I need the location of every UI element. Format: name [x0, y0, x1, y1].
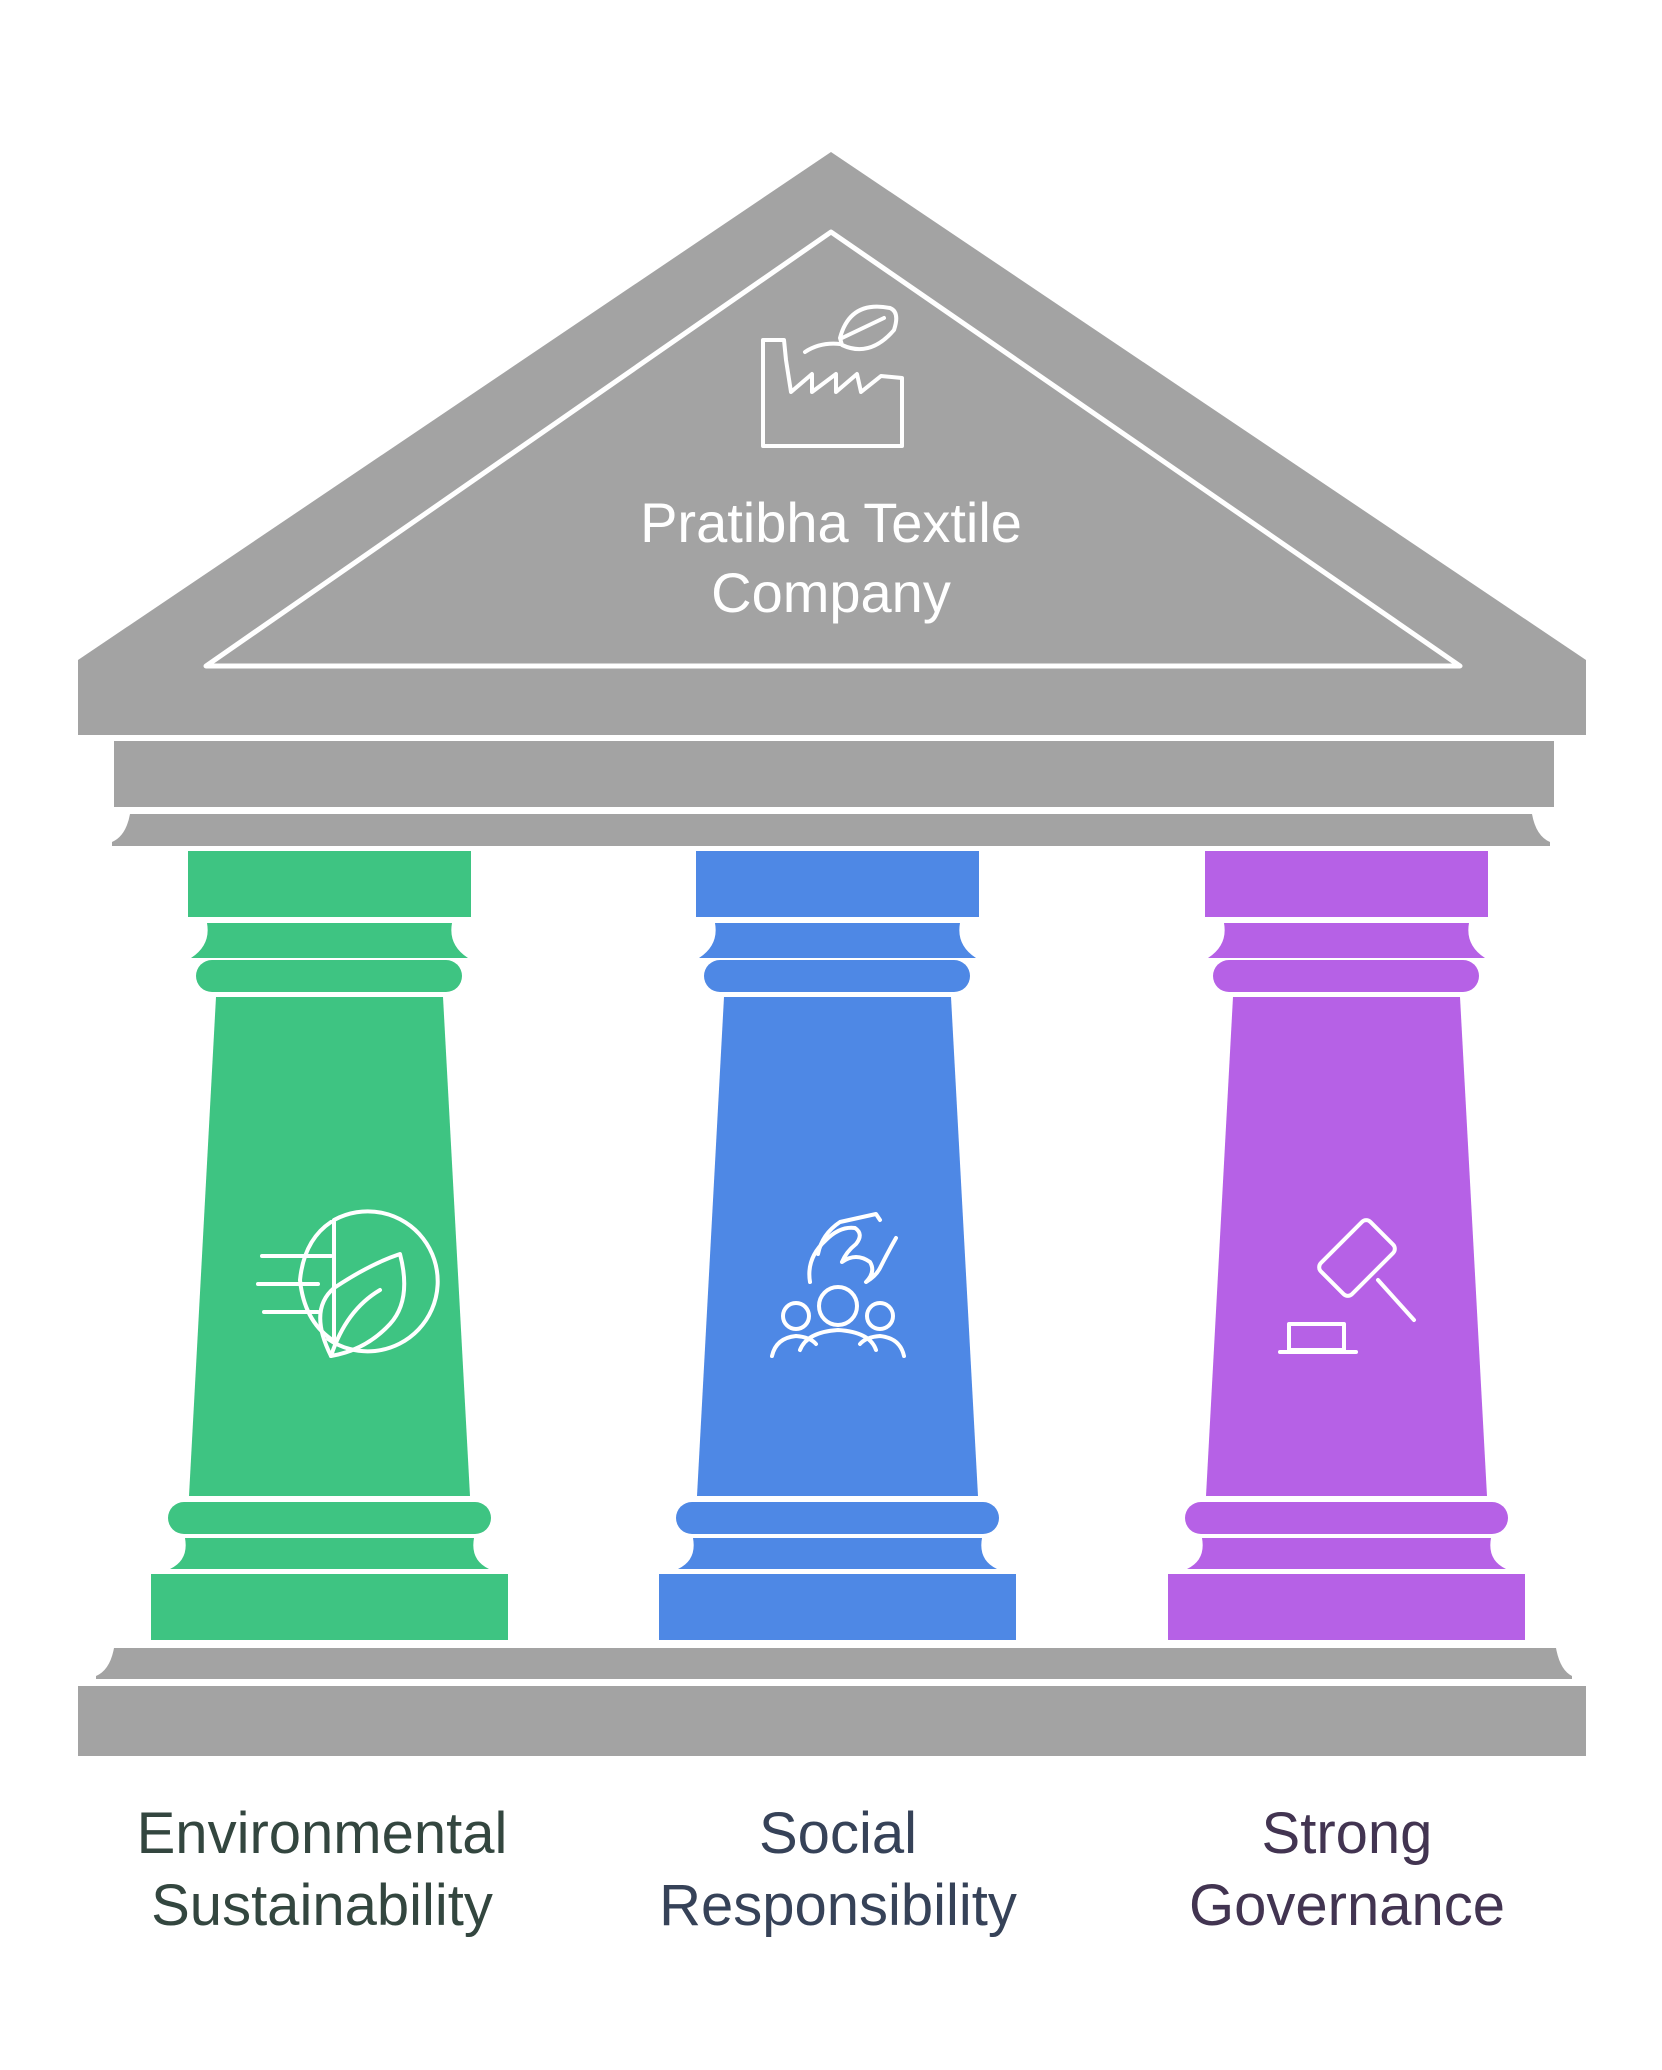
roof-title-line1: Pratibha Textile: [640, 491, 1022, 554]
label-environmental-line2: Sustainability: [151, 1873, 493, 1938]
pillar-social: [659, 851, 1016, 1640]
pillar-ring-lower: [676, 1502, 999, 1534]
pillar-plinth: [151, 1574, 508, 1640]
pillar-ring: [1213, 960, 1479, 992]
pillar-abacus: [188, 851, 471, 917]
entablature-beam: [114, 741, 1554, 807]
pillar-neck: [1208, 923, 1485, 958]
pillar-neck: [699, 923, 976, 958]
pillar-neck: [191, 923, 468, 958]
pillar-abacus: [1205, 851, 1488, 917]
roof-pediment: [78, 152, 1586, 735]
roof: Pratibha Textile Company: [78, 152, 1586, 735]
pillar-foot: [1187, 1538, 1506, 1569]
base-bottom-step: [78, 1686, 1586, 1756]
label-environmental-line1: Environmental: [137, 1801, 508, 1866]
pillar-foot: [678, 1538, 997, 1569]
pillar-plinth: [659, 1574, 1016, 1640]
base-top-step: [96, 1648, 1572, 1679]
temple-diagram: Pratibha Textile Company Environmental S…: [78, 152, 1586, 1938]
pillar-abacus: [696, 851, 979, 917]
pillar-ring: [196, 960, 462, 992]
label-governance-line1: Strong: [1262, 1801, 1433, 1866]
pillar-governance: [1168, 851, 1525, 1640]
pillar-ring-lower: [168, 1502, 491, 1534]
pillar-shaft: [697, 997, 978, 1496]
pillar-environmental: [151, 851, 508, 1640]
label-governance-line2: Governance: [1189, 1873, 1505, 1938]
label-social-line2: Responsibility: [659, 1873, 1017, 1938]
pillar-ring-lower: [1185, 1502, 1508, 1534]
pillar-plinth: [1168, 1574, 1525, 1640]
pillar-shaft: [1206, 997, 1487, 1496]
pillar-foot: [170, 1538, 489, 1569]
pillar-ring: [704, 960, 970, 992]
roof-title-line2: Company: [711, 561, 951, 624]
capital-ledge: [112, 814, 1550, 846]
label-social-line1: Social: [759, 1801, 917, 1866]
